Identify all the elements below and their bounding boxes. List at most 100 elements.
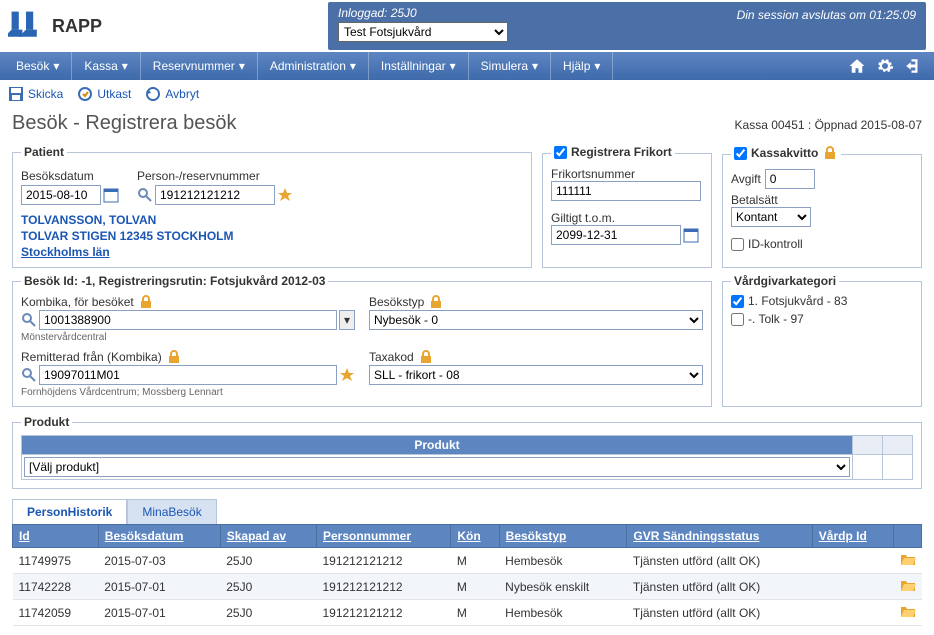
col-gvr-status[interactable]: GVR Sändningsstatus [627, 525, 812, 548]
lock-icon [822, 145, 838, 161]
cell-typ: Hembesök [499, 548, 627, 574]
col-skapad-av[interactable]: Skapad av [220, 525, 316, 548]
besokstyp-label: Besökstyp [369, 295, 424, 309]
draft-icon [77, 86, 93, 102]
betalsatt-label: Betalsätt [731, 193, 913, 207]
produkt-col-action1 [853, 436, 883, 455]
produkt-legend: Produkt [21, 415, 72, 429]
nav-installningar[interactable]: Inställningar ▾ [369, 52, 469, 80]
save-icon [8, 86, 24, 102]
history-tabs: PersonHistorik MinaBesök [12, 499, 922, 524]
nav-kassa[interactable]: Kassa ▾ [72, 52, 140, 80]
vard-tolk-checkbox[interactable] [731, 313, 744, 326]
gear-icon[interactable] [876, 57, 894, 75]
cell-pnr: 191212121212 [316, 600, 450, 626]
besoksdatum-label: Besöksdatum [21, 169, 119, 183]
utkast-button[interactable]: Utkast [77, 86, 131, 102]
kombika-label: Kombika, för besöket [21, 295, 134, 309]
tab-personhistorik[interactable]: PersonHistorik [12, 499, 127, 524]
nav-administration[interactable]: Administration ▾ [258, 52, 369, 80]
search-icon[interactable] [21, 312, 37, 328]
cell-id: 11742228 [13, 574, 99, 600]
favorite-icon[interactable] [339, 367, 355, 383]
app-logo-icon [8, 8, 44, 44]
cell-by: 25J0 [220, 600, 316, 626]
avbryt-button[interactable]: Avbryt [145, 86, 199, 102]
registrera-frikort-checkbox[interactable] [554, 146, 567, 159]
vard-fotsjukvard-checkbox[interactable] [731, 295, 744, 308]
kombika-note: Mönstervårdcentral [21, 332, 355, 343]
app-name: RAPP [52, 16, 102, 37]
patient-fieldset: Patient Besöksdatum Person-/reservnummer… [12, 145, 532, 268]
kassa-status: Kassa 00451 : Öppnad 2015-08-07 [735, 112, 922, 135]
col-besoksdatum[interactable]: Besöksdatum [98, 525, 220, 548]
col-kon[interactable]: Kön [451, 525, 499, 548]
search-icon[interactable] [21, 367, 37, 383]
avgift-label: Avgift [731, 172, 761, 186]
col-id[interactable]: Id [13, 525, 99, 548]
vard-legend: Vårdgivarkategori [731, 274, 839, 288]
nav-simulera[interactable]: Simulera ▾ [469, 52, 551, 80]
calendar-icon[interactable] [683, 227, 699, 243]
cell-vard [812, 548, 893, 574]
table-row[interactable]: 117422282015-07-0125J0191212121212MNybes… [13, 574, 922, 600]
idkontroll-checkbox[interactable] [731, 238, 744, 251]
remitterad-input[interactable] [39, 365, 337, 385]
search-icon[interactable] [137, 187, 153, 203]
cell-kon: M [451, 548, 499, 574]
pnr-label: Person-/reservnummer [137, 169, 293, 183]
nav-besok[interactable]: Besök ▾ [4, 52, 72, 80]
cell-status: Tjänsten utförd (allt OK) [627, 574, 812, 600]
col-besokstyp[interactable]: Besökstyp [499, 525, 627, 548]
kombika-dropdown-button[interactable]: ▾ [339, 310, 355, 330]
taxakod-select[interactable]: SLL - frikort - 08 [369, 365, 703, 385]
cell-kon: M [451, 574, 499, 600]
cell-typ: Nybesök enskilt [499, 574, 627, 600]
idkontroll-label: ID-kontroll [748, 237, 803, 251]
produkt-select[interactable]: [Välj produkt] [24, 457, 850, 477]
kassakvitto-checkbox[interactable] [734, 147, 747, 160]
table-row[interactable]: 117499752015-07-0325J0191212121212MHembe… [13, 548, 922, 574]
cell-status: Tjänsten utförd (allt OK) [627, 548, 812, 574]
cell-typ: Hembesök [499, 600, 627, 626]
app-header: RAPP Inloggad: 25J0 Test Fotsjukvård Din… [0, 0, 934, 52]
skicka-button[interactable]: Skicka [8, 86, 63, 102]
main-nav: Besök ▾ Kassa ▾ Reservnummer ▾ Administr… [0, 52, 934, 80]
betalsatt-select[interactable]: Kontant [731, 207, 811, 227]
nav-reservnummer[interactable]: Reservnummer ▾ [141, 52, 258, 80]
action-toolbar: Skicka Utkast Avbryt [0, 80, 934, 108]
besok-legend: Besök Id: -1, Registreringsrutin: Fotsju… [21, 274, 328, 288]
table-row[interactable]: 117420592015-07-0125J0191212121212MHembe… [13, 600, 922, 626]
open-folder-icon[interactable] [900, 578, 916, 592]
besoksdatum-input[interactable] [21, 185, 101, 205]
frikort-fieldset: Registrera Frikort Frikortsnummer Giltig… [542, 145, 712, 268]
besok-fieldset: Besök Id: -1, Registreringsrutin: Fotsju… [12, 274, 712, 407]
tab-minabesok[interactable]: MinaBesök [127, 499, 216, 524]
logout-icon[interactable] [904, 57, 922, 75]
open-folder-icon[interactable] [900, 604, 916, 618]
lock-icon [428, 294, 444, 310]
lock-icon [138, 294, 154, 310]
frikortsnummer-input[interactable] [551, 181, 701, 201]
vardgivarkategori-fieldset: Vårdgivarkategori 1. Fotsjukvård - 83 -.… [722, 274, 922, 407]
favorite-icon[interactable] [277, 187, 293, 203]
unit-select[interactable]: Test Fotsjukvård [338, 22, 508, 42]
col-vardp-id[interactable]: Vårdp Id [812, 525, 893, 548]
pnr-input[interactable] [155, 185, 275, 205]
open-folder-icon[interactable] [900, 552, 916, 566]
calendar-icon[interactable] [103, 187, 119, 203]
kombika-input[interactable] [39, 310, 337, 330]
giltig-input[interactable] [551, 225, 681, 245]
besokstyp-select[interactable]: Nybesök - 0 [369, 310, 703, 330]
avgift-input[interactable] [765, 169, 815, 189]
patient-address: TOLVAR STIGEN 12345 STOCKHOLM [21, 229, 523, 243]
produkt-fieldset: Produkt Produkt [Välj produkt] [12, 415, 922, 489]
col-personnummer[interactable]: Personnummer [316, 525, 450, 548]
cell-id: 11749975 [13, 548, 99, 574]
patient-name: TOLVANSSON, TOLVAN [21, 213, 523, 227]
patient-lan[interactable]: Stockholms län [21, 245, 523, 259]
nav-hjalp[interactable]: Hjälp ▾ [551, 52, 613, 80]
cell-status: Tjänsten utförd (allt OK) [627, 600, 812, 626]
logo-area: RAPP [8, 8, 328, 44]
home-icon[interactable] [848, 57, 866, 75]
